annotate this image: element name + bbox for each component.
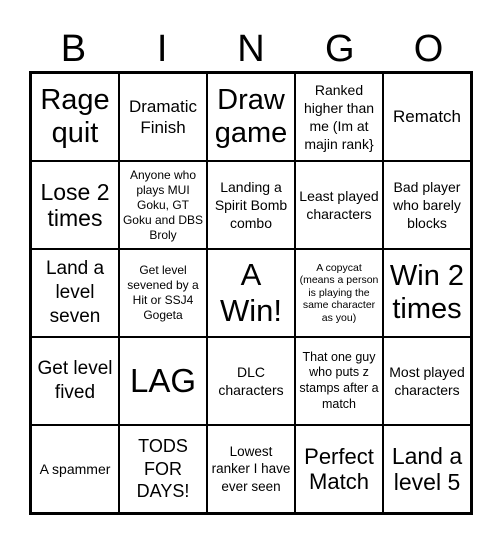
bingo-cell[interactable]: Lowest ranker I have ever seen bbox=[207, 425, 295, 513]
bingo-cell[interactable]: A spammer bbox=[31, 425, 119, 513]
header-letter-o: O bbox=[413, 28, 444, 70]
bingo-cell[interactable]: Rematch bbox=[383, 73, 471, 161]
bingo-cell[interactable]: TODS FOR DAYS! bbox=[119, 425, 207, 513]
bingo-cell[interactable]: Anyone who plays MUI Goku, GT Goku and D… bbox=[119, 161, 207, 249]
bingo-cell[interactable]: Win 2 times bbox=[383, 249, 471, 337]
bingo-cell[interactable]: That one guy who puts z stamps after a m… bbox=[295, 337, 383, 425]
bingo-cell[interactable]: Least played characters bbox=[295, 161, 383, 249]
bingo-cell[interactable]: Draw game bbox=[207, 73, 295, 161]
bingo-cell[interactable]: LAG bbox=[119, 337, 207, 425]
header-letter-n: N bbox=[237, 28, 265, 70]
bingo-cell[interactable]: A Win! bbox=[207, 249, 295, 337]
bingo-cell[interactable]: Dramatic Finish bbox=[119, 73, 207, 161]
bingo-cell[interactable]: Land a level seven bbox=[31, 249, 119, 337]
bingo-cell[interactable]: Land a level 5 bbox=[383, 425, 471, 513]
bingo-card: Rage quit Dramatic Finish Draw game Rank… bbox=[29, 71, 473, 515]
bingo-cell[interactable]: Perfect Match bbox=[295, 425, 383, 513]
bingo-cell[interactable]: Most played characters bbox=[383, 337, 471, 425]
bingo-header: B I N G O bbox=[29, 28, 473, 70]
bingo-cell[interactable]: A copycat (means a person is playing the… bbox=[295, 249, 383, 337]
bingo-cell[interactable]: Bad player who barely blocks bbox=[383, 161, 471, 249]
bingo-cell[interactable]: Rage quit bbox=[31, 73, 119, 161]
bingo-cell[interactable]: Lose 2 times bbox=[31, 161, 119, 249]
bingo-cell[interactable]: Get level sevened by a Hit or SSJ4 Goget… bbox=[119, 249, 207, 337]
bingo-cell[interactable]: DLC characters bbox=[207, 337, 295, 425]
bingo-cell[interactable]: Get level fived bbox=[31, 337, 119, 425]
bingo-cell[interactable]: Ranked higher than me (Im at majin rank} bbox=[295, 73, 383, 161]
header-letter-b: B bbox=[60, 28, 87, 70]
header-letter-g: G bbox=[325, 28, 355, 70]
header-letter-i: I bbox=[156, 28, 168, 70]
bingo-cell[interactable]: Landing a Spirit Bomb combo bbox=[207, 161, 295, 249]
